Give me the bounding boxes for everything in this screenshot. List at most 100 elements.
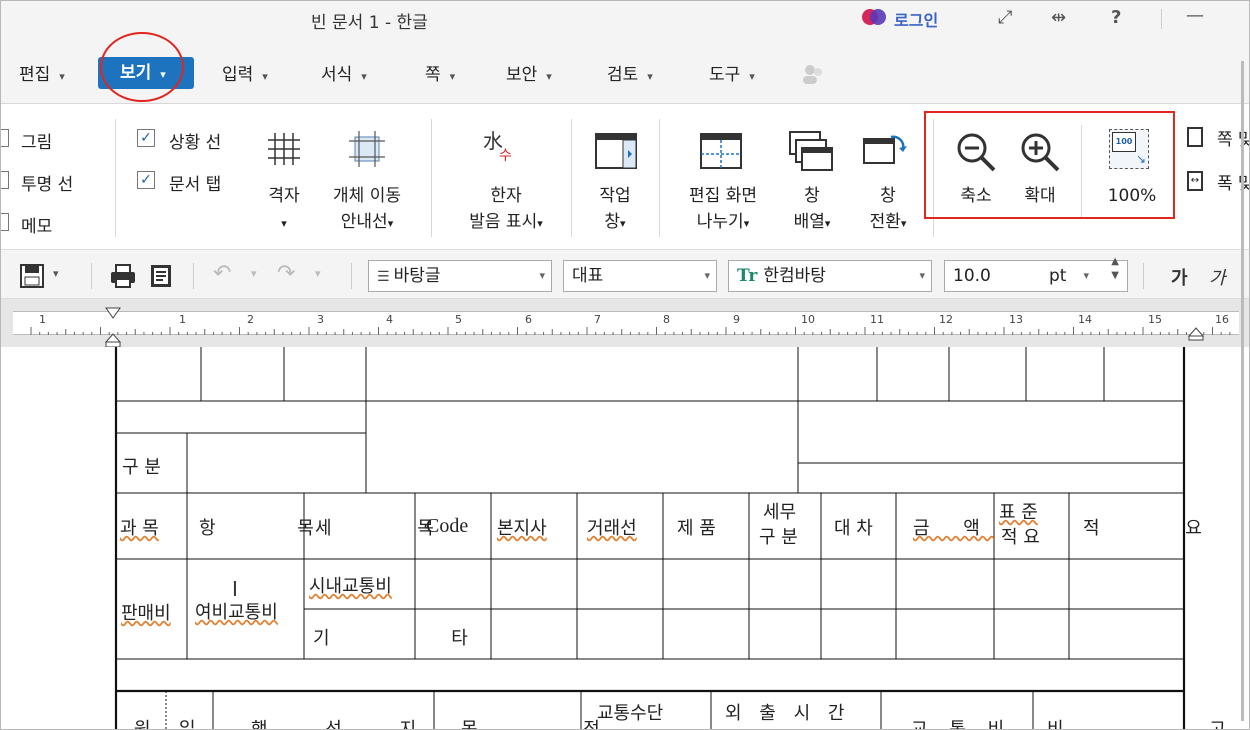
cell-gyotongsudan: 교통수단 — [597, 703, 664, 724]
toolbar-divider — [193, 263, 194, 289]
ruler-number: 1 — [39, 313, 46, 326]
login-button[interactable]: 로그인 — [894, 7, 938, 31]
ribbon-divider — [115, 119, 116, 237]
ruler-number: 14 — [1078, 313, 1092, 326]
ruler-number: 11 — [870, 313, 884, 326]
menu-insert[interactable]: 입력 ▾ — [222, 62, 268, 88]
menu-label: 도구 — [709, 65, 741, 85]
app-window: 빈 문서 1 - 한글 로그인 ⤢ ⇹ ? — 편집 ▾ 보기 ▾ 입력 ▾ 서식 ▾ … — [0, 0, 1250, 730]
chevron-down-icon: ▾ — [620, 217, 626, 230]
scrollbar-edge[interactable] — [1241, 61, 1244, 721]
ribbon-divider — [571, 119, 572, 237]
font-size-unit: pt — [1049, 266, 1067, 286]
chevron-down-icon: ▾ — [537, 217, 543, 230]
paragraph-select[interactable]: 대표 ▾ — [563, 260, 717, 292]
help-icon[interactable]: ? — [1111, 7, 1121, 28]
chevron-down-icon[interactable]: ▾ — [315, 267, 321, 280]
indent-marker-icon[interactable] — [103, 306, 123, 348]
style-icon: ☰ — [377, 269, 390, 285]
hanja-pronunciation-button[interactable]: 한자 발음 표시▾ — [451, 183, 561, 237]
chevron-down-icon: ▾ — [361, 70, 367, 83]
transparent-line-checkbox[interactable] — [1, 171, 9, 189]
italic-button[interactable]: 가 — [1209, 264, 1226, 290]
toolbar-divider — [91, 263, 92, 289]
show-picture-checkbox[interactable] — [1, 129, 9, 147]
memo-checkbox[interactable] — [1, 213, 9, 231]
chevron-down-icon[interactable]: ▾ — [251, 267, 257, 280]
redo-icon[interactable]: ↷ — [277, 261, 295, 286]
task-label-2: 창 — [604, 212, 621, 232]
task-pane-icon — [595, 133, 637, 169]
document-tab-checkbox[interactable]: ✓ — [137, 171, 155, 189]
undo-icon[interactable]: ↶ — [213, 261, 231, 286]
context-line-label: 상황 선 — [169, 133, 222, 153]
show-picture-label: 그림 — [21, 133, 53, 153]
cell-gita: 기 타 — [313, 628, 526, 649]
object-move-guide-button[interactable]: 개체 이동 안내선▾ — [319, 183, 415, 237]
ruler-number: 12 — [939, 313, 953, 326]
highlight-circle — [100, 32, 184, 102]
chevron-down-icon: ▾ — [647, 70, 653, 83]
cell-bigo: 비 고 — [1047, 719, 1226, 730]
fit-width-icon: ↔ — [1187, 171, 1203, 191]
split-view-button[interactable]: 편집 화면 나누기▾ — [677, 183, 769, 237]
user-icon[interactable] — [801, 63, 825, 85]
transparent-line-label: 투명 선 — [21, 175, 74, 195]
ribbon-divider — [659, 119, 660, 237]
header-bonjisa: 본지사 — [497, 518, 547, 539]
switch-label: 창 — [880, 186, 896, 206]
save-icon[interactable] — [19, 263, 45, 289]
fit-page-label[interactable]: 쪽 맞 — [1217, 125, 1249, 150]
menu-format[interactable]: 서식 ▾ — [321, 62, 367, 88]
header-gwamok: 과 목 — [120, 518, 159, 539]
minimize-icon[interactable]: — — [1186, 5, 1204, 26]
hanja-icon: 水수 — [483, 129, 512, 164]
header-geumaek: 금 액 — [913, 518, 994, 539]
right-indent-marker-icon[interactable] — [1187, 327, 1205, 341]
context-line-checkbox[interactable]: ✓ — [137, 129, 155, 147]
toolbar-divider — [351, 263, 352, 289]
header-georaeseon: 거래선 — [587, 518, 637, 539]
style-select[interactable]: ☰ 바탕글 ▾ — [368, 260, 552, 292]
chevron-down-icon[interactable]: ▾ — [53, 267, 59, 280]
switch-window-button[interactable]: 창전환▾ — [853, 183, 923, 237]
ruler-number: 1 — [179, 313, 186, 326]
switch-label-2: 전환 — [869, 212, 901, 232]
fit-width-label[interactable]: 폭 맞 — [1217, 169, 1249, 194]
menu-tools[interactable]: 도구 ▾ — [709, 62, 755, 88]
truetype-icon: Tr — [737, 266, 758, 286]
hancom-logo-icon — [862, 9, 886, 25]
chevron-down-icon: ▾ — [539, 269, 545, 282]
chevron-down-icon: ▾ — [1083, 269, 1089, 282]
ruler-number: 13 — [1009, 313, 1023, 326]
menu-label: 입력 — [222, 65, 254, 85]
header-daecha: 대 차 — [834, 518, 873, 539]
menu-label: 쪽 — [425, 65, 441, 85]
chevron-down-icon: ▾ — [900, 217, 907, 230]
ruler-number: 3 — [317, 313, 324, 326]
font-select[interactable]: Tr 한컴바탕 ▾ — [728, 260, 932, 292]
spinner-icon[interactable]: ▲ ▼ — [1111, 255, 1119, 283]
menu-page[interactable]: 쪽 ▾ — [425, 62, 455, 88]
print-icon[interactable] — [109, 263, 137, 289]
ribbon-divider — [431, 119, 432, 237]
ruler-number: 6 — [525, 313, 532, 326]
fullscreen-icon[interactable]: ⤢ — [998, 7, 1012, 28]
menu-security[interactable]: 보안 ▾ — [506, 62, 552, 88]
grid-button[interactable]: 격자 ▾ — [259, 183, 309, 237]
task-pane-button[interactable]: 작업창▾ — [587, 183, 643, 237]
arrange-windows-button[interactable]: 창 배열▾ — [781, 183, 843, 237]
paragraph-value: 대표 — [572, 266, 604, 286]
bold-button[interactable]: 가 — [1171, 264, 1188, 290]
chevron-down-icon: ▾ — [449, 70, 456, 83]
menu-review[interactable]: 검토 ▾ — [607, 62, 653, 88]
font-size-field[interactable]: 10.0 pt ▾ ▲ ▼ — [944, 256, 1128, 292]
menu-label: 편집 — [19, 65, 51, 85]
menu-edit[interactable]: 편집 ▾ — [19, 62, 65, 88]
grid-label: 격자 — [268, 186, 300, 206]
print-preview-icon[interactable] — [149, 263, 173, 289]
task-label: 작업 — [599, 186, 631, 206]
resize-width-icon[interactable]: ⇹ — [1051, 7, 1066, 28]
hanja-label: 한자 — [490, 186, 522, 206]
document-tab-label: 문서 탭 — [169, 175, 222, 195]
